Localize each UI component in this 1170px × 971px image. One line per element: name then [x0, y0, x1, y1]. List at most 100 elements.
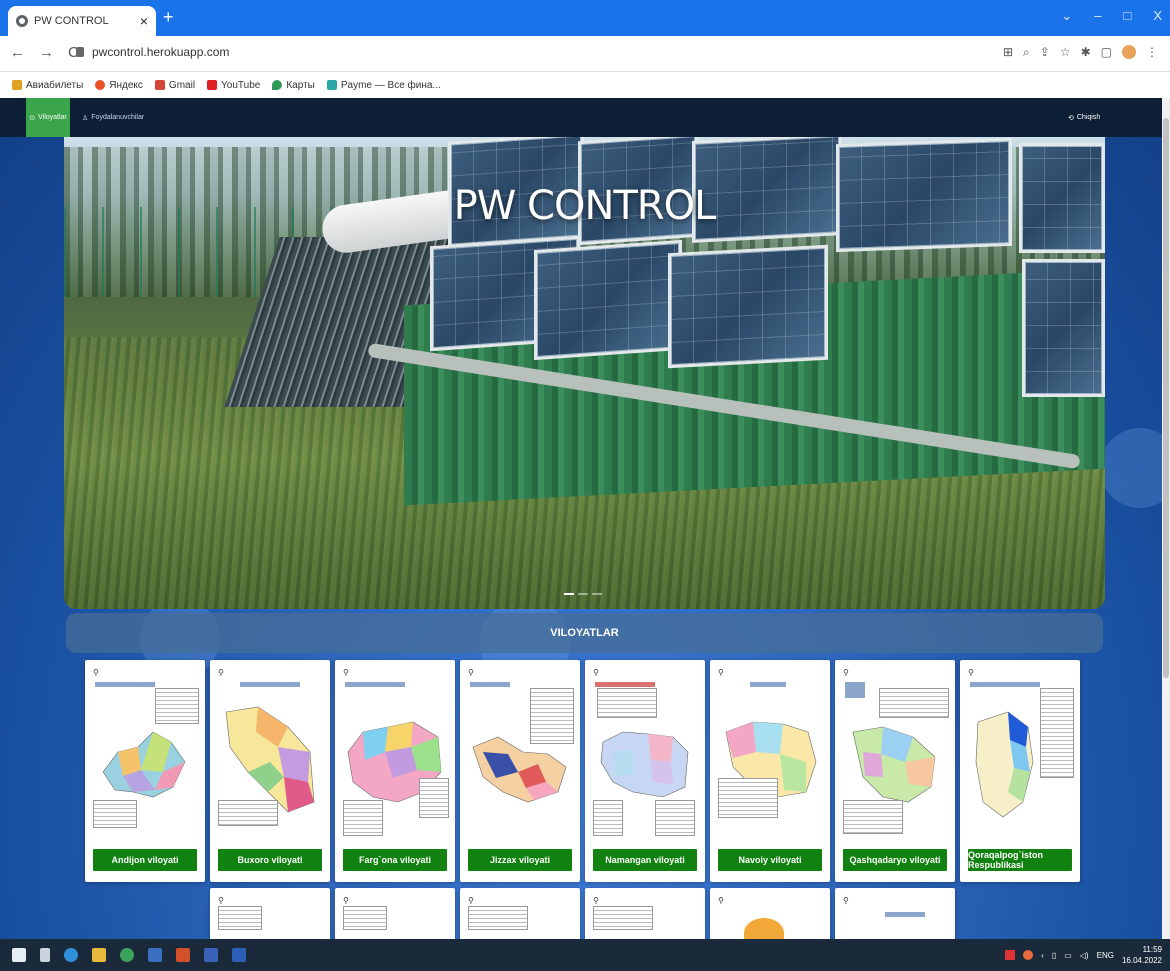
os-taskbar: ‹ ▯ ▭ ◁) ENG 11:59 16.04.2022: [0, 939, 1170, 971]
volume-icon[interactable]: ◁): [1080, 951, 1089, 960]
region-card-andijon[interactable]: ⚲ Andijon viloyati: [85, 660, 205, 882]
map-legend: [1040, 688, 1074, 778]
region-card-fargona[interactable]: ⚲ Farg`ona viloyati: [335, 660, 455, 882]
carousel-dot[interactable]: [592, 593, 602, 595]
background-decoration: [1100, 428, 1170, 508]
map-title-stripe: [470, 682, 510, 687]
map-legend: [155, 688, 199, 724]
user-icon: ♙: [82, 114, 89, 122]
edge-icon[interactable]: [64, 948, 78, 962]
logout-button[interactable]: ⟲ Chiqish: [1068, 98, 1100, 137]
close-window-button[interactable]: X: [1153, 8, 1162, 24]
nav-item-users[interactable]: ♙ Foydalanuvchilar: [82, 98, 144, 137]
region-button[interactable]: Qashqadaryo viloyati: [843, 849, 947, 871]
url-field[interactable]: pwcontrol.herokuapp.com: [76, 45, 229, 59]
carousel-dot[interactable]: [564, 593, 574, 595]
region-button[interactable]: Andijon viloyati: [93, 849, 197, 871]
pin-icon: ⚲: [218, 896, 224, 905]
region-card-qashqadaryo[interactable]: ⚲ Qashqadaryo viloyati: [835, 660, 955, 882]
chrome-icon[interactable]: [120, 948, 134, 962]
windows-start-icon[interactable]: [12, 948, 26, 962]
bookmark-star-icon[interactable]: ☆: [1060, 45, 1071, 60]
region-card-jizzax[interactable]: ⚲ Jizzax viloyati: [460, 660, 580, 882]
region-card-navoiy[interactable]: ⚲ Navoiy viloyati: [710, 660, 830, 882]
region-card-namangan[interactable]: ⚲ Namangan viloyati: [585, 660, 705, 882]
region-map: [744, 918, 784, 939]
region-card[interactable]: ⚲: [460, 888, 580, 939]
translate-icon[interactable]: ⊞: [1003, 45, 1013, 60]
region-card-buxoro[interactable]: ⚲ Buxoro viloyati: [210, 660, 330, 882]
visio-icon[interactable]: [204, 948, 218, 962]
bookmark-item[interactable]: Payme — Все фина...: [326, 80, 441, 91]
new-tab-button[interactable]: +: [163, 8, 174, 26]
tab-search-button[interactable]: ⌄: [1061, 8, 1072, 24]
hero-carousel[interactable]: PW CONTROL: [64, 137, 1105, 609]
network-icon[interactable]: ▭: [1064, 951, 1072, 960]
region-button[interactable]: Farg`ona viloyati: [343, 849, 447, 871]
toolbar-icons: ⊞ ⌕ ⇪ ☆ ✱ ▢ ⋮: [1003, 45, 1158, 60]
map-legend: [343, 906, 387, 930]
carousel-dot[interactable]: [578, 593, 588, 595]
region-button[interactable]: Namangan viloyati: [593, 849, 697, 871]
file-explorer-icon[interactable]: [92, 948, 106, 962]
share-icon[interactable]: ⇪: [1040, 45, 1050, 60]
region-button[interactable]: Navoiy viloyati: [718, 849, 822, 871]
map-legend: [843, 800, 903, 834]
region-card[interactable]: ⚲: [835, 888, 955, 939]
region-card-qoraqalpogiston[interactable]: ⚲ Qoraqalpog`iston Respublikasi: [960, 660, 1080, 882]
powerpoint-icon[interactable]: [176, 948, 190, 962]
forward-arrow-icon[interactable]: →: [39, 44, 54, 61]
region-card[interactable]: ⚲: [585, 888, 705, 939]
region-button[interactable]: Buxoro viloyati: [218, 849, 322, 871]
bookmark-item[interactable]: Авиабилеты: [12, 80, 83, 91]
nav-item-viloyatlar[interactable]: ⊙ Viloyatlar: [26, 98, 70, 137]
map-legend: [93, 800, 137, 828]
maximize-button[interactable]: □: [1123, 8, 1131, 24]
sidepanel-icon[interactable]: ▢: [1101, 45, 1112, 60]
zoom-icon[interactable]: ⌕: [1023, 45, 1030, 60]
bookmark-item[interactable]: Яндекс: [95, 80, 143, 91]
region-card[interactable]: ⚲: [335, 888, 455, 939]
page-scrollbar[interactable]: [1162, 98, 1170, 939]
map-title-stripe: [240, 682, 300, 687]
minimize-button[interactable]: –: [1094, 8, 1101, 24]
scrollbar-thumb[interactable]: [1163, 118, 1169, 678]
close-tab-button[interactable]: ×: [140, 13, 148, 29]
browser-tab[interactable]: PW CONTROL ×: [8, 6, 156, 36]
map-title-stripe: [885, 912, 925, 917]
map-title-stripe: [595, 682, 655, 687]
bookmark-item[interactable]: Карты: [272, 80, 315, 91]
solar-panel: [668, 244, 828, 369]
map-legend: [879, 688, 949, 718]
bookmark-item[interactable]: YouTube: [207, 80, 260, 91]
hero-title: PW CONTROL: [453, 183, 717, 229]
region-card[interactable]: ⚲: [210, 888, 330, 939]
back-arrow-icon[interactable]: ←: [10, 44, 25, 61]
payme-icon: [326, 80, 337, 90]
map-legend: [597, 688, 657, 718]
map-legend: [655, 800, 695, 836]
region-button[interactable]: Qoraqalpog`iston Respublikasi: [968, 849, 1072, 871]
region-button[interactable]: Jizzax viloyati: [468, 849, 572, 871]
tray-app-icon[interactable]: [1005, 950, 1016, 960]
bookmark-item[interactable]: Gmail: [154, 80, 195, 91]
battery-icon[interactable]: ▯: [1052, 951, 1056, 960]
pin-icon: ⚲: [843, 896, 849, 905]
language-indicator[interactable]: ENG: [1097, 951, 1114, 960]
chevron-left-icon[interactable]: ‹: [1041, 951, 1044, 960]
clock[interactable]: 11:59 16.04.2022: [1122, 944, 1162, 966]
tray-app-icon[interactable]: [1023, 950, 1034, 960]
word-icon[interactable]: [232, 948, 246, 962]
save-icon[interactable]: [148, 948, 162, 962]
map-legend: [593, 906, 653, 930]
region-card[interactable]: ⚲: [710, 888, 830, 939]
navigation-buttons: ← → C: [10, 44, 79, 61]
extensions-icon[interactable]: ✱: [1081, 45, 1091, 60]
pin-icon: ⚲: [593, 668, 599, 677]
task-view-icon[interactable]: [40, 948, 50, 962]
map-legend: [343, 800, 383, 836]
system-tray: ‹ ▯ ▭ ◁) ENG 11:59 16.04.2022: [1005, 939, 1162, 971]
profile-avatar[interactable]: [1122, 45, 1136, 59]
globe-icon: [16, 15, 28, 27]
menu-icon[interactable]: ⋮: [1146, 45, 1158, 60]
